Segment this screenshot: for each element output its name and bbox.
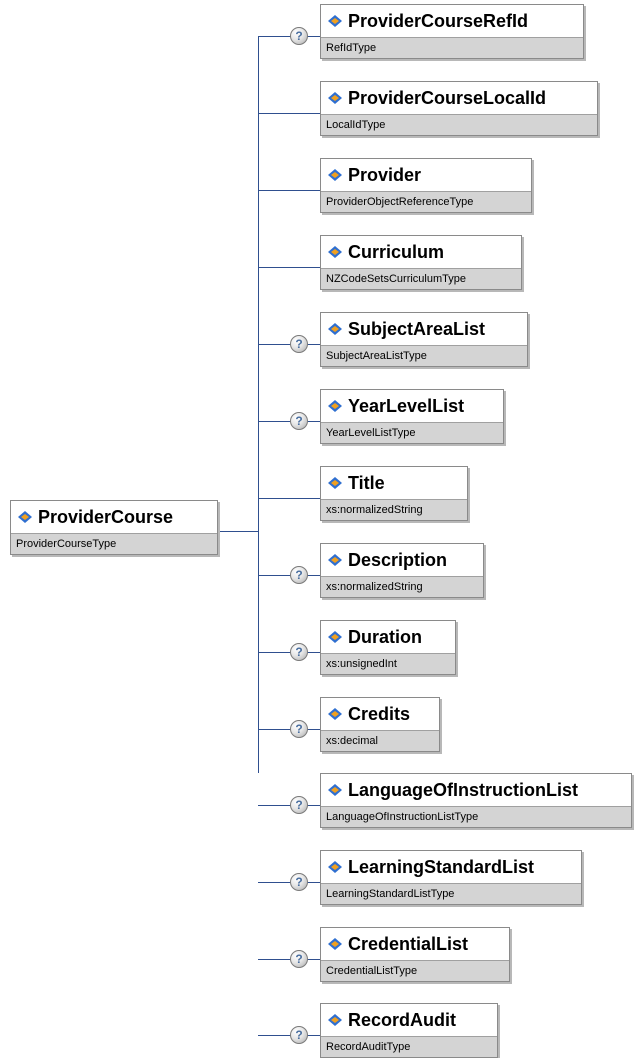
element-type: SubjectAreaListType bbox=[321, 345, 527, 366]
element-icon bbox=[328, 708, 342, 720]
child-connector bbox=[258, 498, 320, 499]
child-element-providercourserefid[interactable]: ProviderCourseRefId RefIdType bbox=[320, 4, 584, 59]
root-connector bbox=[218, 531, 258, 532]
child-element-providercourselocalid[interactable]: ProviderCourseLocalId LocalIdType bbox=[320, 81, 598, 136]
element-name: Credits bbox=[348, 703, 411, 724]
optional-icon: ? bbox=[290, 1026, 308, 1044]
child-element-credentiallist[interactable]: CredentialList CredentialListType bbox=[320, 927, 510, 982]
child-connector bbox=[258, 421, 320, 422]
sequence-trunk bbox=[258, 36, 259, 773]
optional-icon: ? bbox=[290, 412, 308, 430]
child-connector bbox=[258, 729, 320, 730]
optional-icon: ? bbox=[290, 950, 308, 968]
schema-diagram: ProviderCourse ProviderCourseType ? Provi… bbox=[0, 0, 635, 1058]
element-icon bbox=[328, 246, 342, 258]
child-connector bbox=[258, 113, 320, 114]
element-name: RecordAudit bbox=[348, 1009, 456, 1030]
optional-icon: ? bbox=[290, 873, 308, 891]
root-element-name: ProviderCourse bbox=[38, 506, 174, 527]
element-icon bbox=[18, 511, 32, 523]
element-name: LearningStandardList bbox=[348, 856, 535, 877]
optional-icon: ? bbox=[290, 335, 308, 353]
optional-icon: ? bbox=[290, 720, 308, 738]
child-element-yearlevellist[interactable]: YearLevelList YearLevelListType bbox=[320, 389, 504, 444]
child-connector bbox=[258, 882, 320, 883]
child-element-learningstandardlist[interactable]: LearningStandardList LearningStandardList… bbox=[320, 850, 582, 905]
element-icon bbox=[328, 400, 342, 412]
element-type: LearningStandardListType bbox=[321, 883, 581, 904]
child-connector bbox=[258, 190, 320, 191]
optional-icon: ? bbox=[290, 27, 308, 45]
child-connector bbox=[258, 36, 320, 37]
element-icon bbox=[328, 169, 342, 181]
optional-icon: ? bbox=[290, 566, 308, 584]
element-type: RecordAuditType bbox=[321, 1036, 497, 1057]
child-element-title[interactable]: Title xs:normalizedString bbox=[320, 466, 468, 521]
element-icon bbox=[328, 938, 342, 950]
root-element[interactable]: ProviderCourse ProviderCourseType bbox=[10, 500, 218, 555]
child-element-provider[interactable]: Provider ProviderObjectReferenceType bbox=[320, 158, 532, 213]
child-element-credits[interactable]: Credits xs:decimal bbox=[320, 697, 440, 752]
element-icon bbox=[328, 477, 342, 489]
element-name: Provider bbox=[348, 164, 422, 185]
child-connector bbox=[258, 959, 320, 960]
element-name: Curriculum bbox=[348, 241, 445, 262]
element-type: YearLevelListType bbox=[321, 422, 503, 443]
child-element-recordaudit[interactable]: RecordAudit RecordAuditType bbox=[320, 1003, 498, 1058]
element-type: xs:normalizedString bbox=[321, 576, 483, 597]
child-element-subjectarealist[interactable]: SubjectAreaList SubjectAreaListType bbox=[320, 312, 528, 367]
element-icon bbox=[328, 784, 342, 796]
child-connector bbox=[258, 575, 320, 576]
element-name: SubjectAreaList bbox=[348, 318, 486, 339]
element-icon bbox=[328, 92, 342, 104]
child-connector bbox=[258, 267, 320, 268]
element-name: Duration bbox=[348, 626, 422, 647]
element-icon bbox=[328, 323, 342, 335]
element-name: Description bbox=[348, 549, 448, 570]
child-connector bbox=[258, 652, 320, 653]
element-icon bbox=[328, 861, 342, 873]
optional-icon: ? bbox=[290, 643, 308, 661]
element-type: RefIdType bbox=[321, 37, 583, 58]
element-type: LanguageOfInstructionListType bbox=[321, 806, 631, 827]
element-type: xs:normalizedString bbox=[321, 499, 467, 520]
element-type: NZCodeSetsCurriculumType bbox=[321, 268, 521, 289]
element-icon bbox=[328, 15, 342, 27]
optional-icon: ? bbox=[290, 796, 308, 814]
element-name: LanguageOfInstructionList bbox=[348, 779, 579, 800]
child-connector bbox=[258, 344, 320, 345]
root-element-type: ProviderCourseType bbox=[11, 533, 217, 554]
element-icon bbox=[328, 631, 342, 643]
element-name: Title bbox=[348, 472, 385, 493]
child-element-languageofinstructionlist[interactable]: LanguageOfInstructionList LanguageOfInstr… bbox=[320, 773, 632, 828]
element-name: ProviderCourseLocalId bbox=[348, 87, 547, 108]
child-connector bbox=[258, 805, 320, 806]
child-element-description[interactable]: Description xs:normalizedString bbox=[320, 543, 484, 598]
element-icon bbox=[328, 554, 342, 566]
element-name: YearLevelList bbox=[348, 395, 465, 416]
element-name: ProviderCourseRefId bbox=[348, 10, 529, 31]
element-type: xs:decimal bbox=[321, 730, 439, 751]
element-type: LocalIdType bbox=[321, 114, 597, 135]
child-connector bbox=[258, 1035, 320, 1036]
element-name: CredentialList bbox=[348, 933, 469, 954]
element-type: CredentialListType bbox=[321, 960, 509, 981]
element-type: ProviderObjectReferenceType bbox=[321, 191, 531, 212]
child-element-curriculum[interactable]: Curriculum NZCodeSetsCurriculumType bbox=[320, 235, 522, 290]
element-icon bbox=[328, 1014, 342, 1026]
element-type: xs:unsignedInt bbox=[321, 653, 455, 674]
child-element-duration[interactable]: Duration xs:unsignedInt bbox=[320, 620, 456, 675]
